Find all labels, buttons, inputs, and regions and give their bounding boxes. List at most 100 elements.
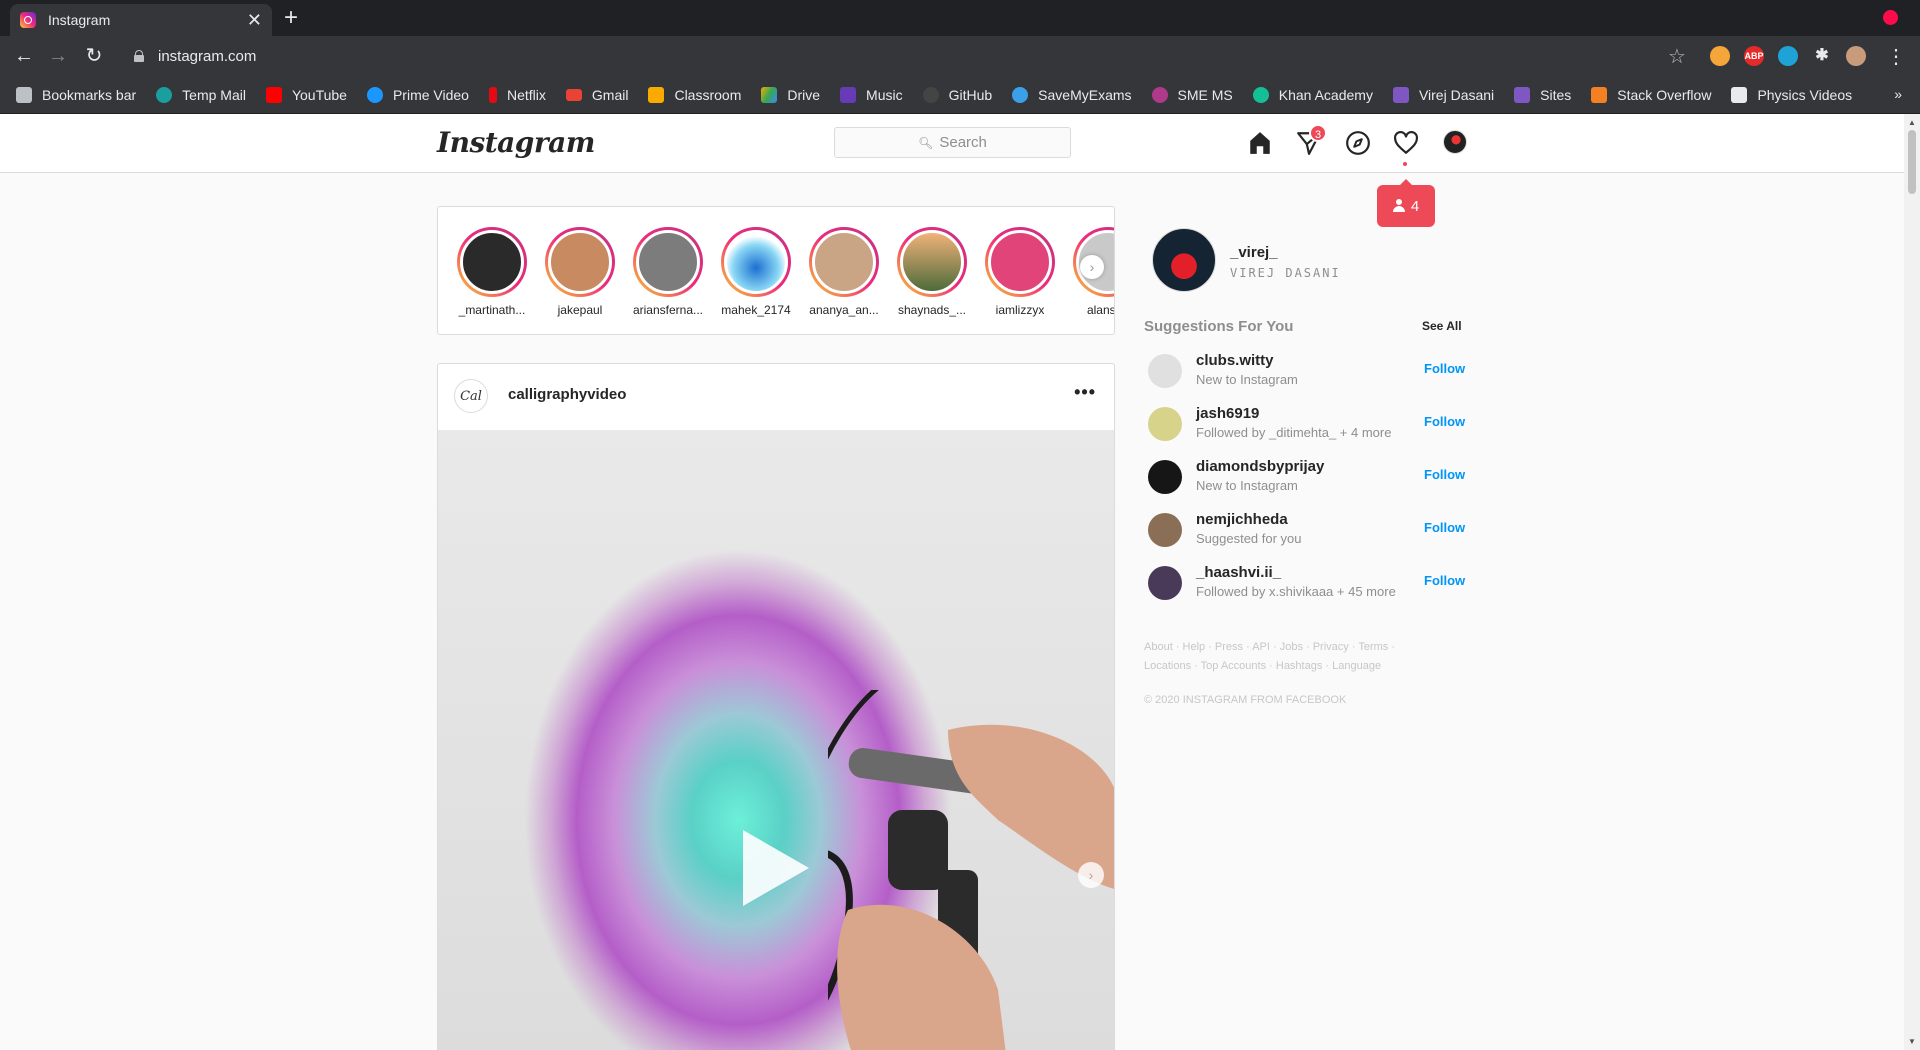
new-followers-popup[interactable]: 4 <box>1377 179 1435 227</box>
suggestion-username[interactable]: clubs.witty <box>1196 352 1274 369</box>
scrollbar-thumb[interactable] <box>1908 130 1916 194</box>
address-bar[interactable]: instagram.com <box>124 40 1694 72</box>
post-video[interactable]: › <box>438 430 1114 1050</box>
bookmark-gmail[interactable]: Gmail <box>565 87 628 103</box>
extension-react-icon[interactable] <box>1778 46 1798 66</box>
instagram-header: Instagram 🔍︎ Search 3 <box>0 114 1904 173</box>
bookmark-bookmarks-bar[interactable]: Bookmarks bar <box>16 86 136 103</box>
browser-menu-icon[interactable]: ⋮ <box>1886 44 1906 69</box>
suggestion-avatar[interactable] <box>1148 566 1182 600</box>
bookmark-drive[interactable]: Drive <box>761 86 820 103</box>
bookmarks-overflow-button[interactable]: » <box>1894 86 1902 102</box>
sidebar-full-name: VIREJ DASANI <box>1230 266 1341 280</box>
bookmark-sites[interactable]: Sites <box>1514 86 1571 103</box>
suggestion-username[interactable]: jash6919 <box>1196 405 1259 422</box>
extension-adblock-icon[interactable]: ABP <box>1744 46 1764 66</box>
physics-icon <box>1731 86 1748 103</box>
scroll-down-arrow-icon[interactable]: ▼ <box>1908 1037 1916 1046</box>
close-tab-icon[interactable]: ✕ <box>247 11 262 29</box>
bookmark-netflix[interactable]: Netflix <box>488 86 546 103</box>
footer-links: About · Help · Press · API · Jobs · Priv… <box>1144 638 1474 676</box>
forward-button[interactable]: → <box>46 44 70 68</box>
sidebar-username[interactable]: _virej_ <box>1230 244 1278 261</box>
instagram-logo[interactable]: Instagram <box>437 126 595 159</box>
bookmark-github[interactable]: GitHub <box>922 86 992 103</box>
home-icon[interactable] <box>1247 130 1273 156</box>
suggestion-avatar[interactable] <box>1148 513 1182 547</box>
activity-heart-icon[interactable] <box>1393 130 1419 156</box>
bookmark-physics-videos[interactable]: Physics Videos <box>1731 86 1852 103</box>
extensions-puzzle-icon[interactable]: ✱ <box>1812 46 1832 66</box>
bookmark-savemyexams[interactable]: SaveMyExams <box>1012 86 1132 103</box>
stories-tray: _martinath... jakepaul ariansferna... ma… <box>437 206 1115 335</box>
browser-tab-strip: Instagram ✕ + <box>0 0 1920 36</box>
profile-avatar-icon[interactable] <box>1846 46 1866 66</box>
bookmark-youtube[interactable]: YouTube <box>265 86 347 103</box>
chevron-right-icon[interactable]: › <box>1078 862 1104 888</box>
story-item[interactable]: ananya_an... <box>804 227 884 317</box>
story-item[interactable]: iamlizzyx <box>980 227 1060 317</box>
suggestion-avatar[interactable] <box>1148 460 1182 494</box>
see-all-link[interactable]: See All <box>1422 319 1462 333</box>
more-options-icon[interactable]: ••• <box>1074 382 1096 403</box>
bookmark-star-icon[interactable]: ☆ <box>1668 44 1686 69</box>
story-item[interactable]: shaynads_... <box>892 227 972 317</box>
page-scrollbar[interactable]: ▲ ▼ <box>1904 114 1920 1050</box>
bookmark-khan-academy[interactable]: Khan Academy <box>1252 86 1373 103</box>
search-input[interactable]: 🔍︎ Search <box>834 127 1071 158</box>
story-ring <box>809 227 879 297</box>
explore-compass-icon[interactable] <box>1345 130 1371 156</box>
story-item[interactable]: _martinath... <box>452 227 532 317</box>
bookmark-classroom[interactable]: Classroom <box>648 86 741 103</box>
suggestion-subtitle: New to Instagram <box>1196 478 1298 493</box>
footer-links-line-2[interactable]: Locations · Top Accounts · Hashtags · La… <box>1144 657 1474 676</box>
back-button[interactable]: ← <box>12 44 36 68</box>
search-icon: 🔍︎ <box>918 135 934 150</box>
footer-links-line-1[interactable]: About · Help · Press · API · Jobs · Priv… <box>1144 638 1474 657</box>
bookmark-sme-ms[interactable]: SME MS <box>1151 86 1233 103</box>
reload-button[interactable]: ↻ <box>82 44 106 68</box>
bookmark-prime-video[interactable]: Prime Video <box>366 86 469 103</box>
follow-button[interactable]: Follow <box>1424 520 1465 535</box>
new-tab-button[interactable]: + <box>284 6 298 30</box>
profile-avatar[interactable] <box>1443 130 1467 154</box>
suggestion-avatar[interactable] <box>1148 354 1182 388</box>
browser-tab[interactable]: Instagram ✕ <box>10 4 272 36</box>
suggestion-username[interactable]: _haashvi.ii_ <box>1196 564 1281 581</box>
follow-button[interactable]: Follow <box>1424 467 1465 482</box>
suggestion-avatar[interactable] <box>1148 407 1182 441</box>
savemyexams-icon <box>1012 86 1029 103</box>
play-icon[interactable] <box>743 830 809 906</box>
bookmark-temp-mail[interactable]: Temp Mail <box>156 86 246 103</box>
scroll-up-arrow-icon[interactable]: ▲ <box>1908 118 1916 127</box>
follow-button[interactable]: Follow <box>1424 414 1465 429</box>
story-ring <box>633 227 703 297</box>
suggestion-username[interactable]: diamondsbyprijay <box>1196 458 1324 475</box>
sidebar-profile-avatar[interactable] <box>1152 228 1216 292</box>
airbrush-hand-image <box>828 690 1114 1050</box>
post-author-username[interactable]: calligraphyvideo <box>508 386 626 403</box>
person-icon <box>1392 199 1405 213</box>
story-item[interactable]: ariansferna... <box>628 227 708 317</box>
suggestion-row: diamondsbyprijay New to Instagram Follow <box>1148 456 1468 496</box>
bookmark-music[interactable]: Music <box>840 86 903 103</box>
classroom-icon <box>648 86 665 103</box>
suggestion-subtitle: New to Instagram <box>1196 372 1298 387</box>
story-item[interactable]: jakepaul <box>540 227 620 317</box>
chevron-right-icon[interactable]: › <box>1080 255 1104 279</box>
stackoverflow-icon <box>1591 86 1608 103</box>
suggestion-username[interactable]: nemjichheda <box>1196 511 1288 528</box>
bookmark-virej-dasani[interactable]: Virej Dasani <box>1392 86 1494 103</box>
extension-owl-icon[interactable] <box>1710 46 1730 66</box>
story-avatar <box>812 230 876 294</box>
story-avatar <box>636 230 700 294</box>
follow-button[interactable]: Follow <box>1424 361 1465 376</box>
browser-toolbar: ← → ↻ instagram.com ☆ ABP ✱ ⋮ <box>0 36 1920 76</box>
bookmark-stack-overflow[interactable]: Stack Overflow <box>1591 86 1711 103</box>
story-username: alanshe <box>1086 303 1115 317</box>
follow-button[interactable]: Follow <box>1424 573 1465 588</box>
copyright-text: © 2020 INSTAGRAM FROM FACEBOOK <box>1144 694 1347 706</box>
story-item[interactable]: mahek_2174 <box>716 227 796 317</box>
post-author-avatar[interactable]: Cal <box>454 379 488 413</box>
story-username: ariansferna... <box>632 303 704 317</box>
